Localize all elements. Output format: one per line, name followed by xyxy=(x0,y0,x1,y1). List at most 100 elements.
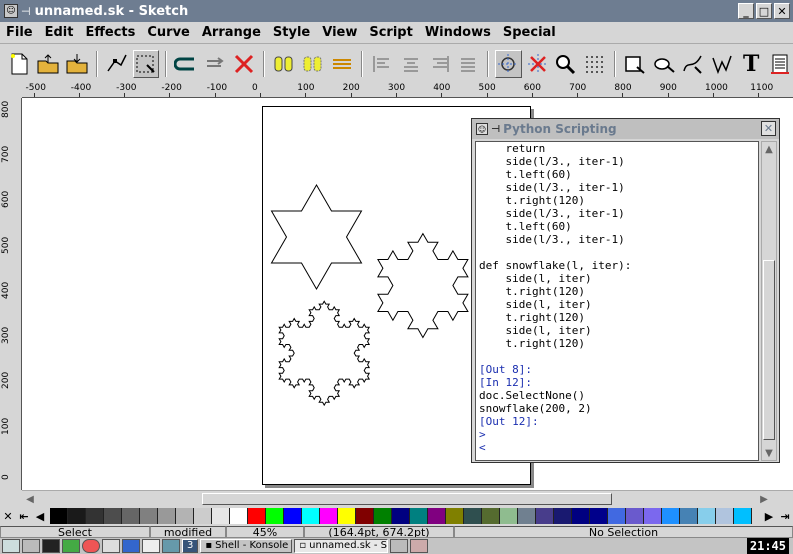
color-swatch[interactable] xyxy=(482,508,500,524)
menu-windows[interactable]: Windows xyxy=(419,25,497,40)
group-icon[interactable] xyxy=(271,50,297,78)
color-swatch[interactable] xyxy=(392,508,410,524)
color-swatch[interactable] xyxy=(68,508,86,524)
palette-scroll-right-icon[interactable]: ▶ xyxy=(761,508,777,524)
pin-icon[interactable]: ⊣ xyxy=(21,5,31,18)
file-manager-icon[interactable] xyxy=(62,539,80,553)
help-icon[interactable] xyxy=(82,539,100,553)
color-swatch[interactable] xyxy=(50,508,68,524)
new-file-icon[interactable] xyxy=(6,50,32,78)
minimize-button[interactable]: _ xyxy=(738,3,754,19)
color-swatch[interactable] xyxy=(194,508,212,524)
snap-grid-icon[interactable] xyxy=(495,50,522,78)
color-swatch[interactable] xyxy=(518,508,536,524)
color-swatch[interactable] xyxy=(212,508,230,524)
menu-special[interactable]: Special xyxy=(497,25,562,40)
vertical-ruler[interactable]: 800 700 600 500 400 300 200 100 0 xyxy=(0,98,22,490)
align-center-icon[interactable] xyxy=(398,50,424,78)
bezier-tool-icon[interactable] xyxy=(680,50,706,78)
editor-icon[interactable] xyxy=(102,539,120,553)
kde-menu-icon[interactable] xyxy=(2,539,20,553)
koch-snowflake-level1-shape[interactable] xyxy=(377,232,469,339)
grid-icon[interactable] xyxy=(582,50,608,78)
menu-edit[interactable]: Edit xyxy=(39,25,80,40)
undo-icon[interactable] xyxy=(173,50,199,78)
layers-icon[interactable] xyxy=(767,50,793,78)
color-swatch[interactable] xyxy=(626,508,644,524)
menu-script[interactable]: Script xyxy=(363,25,418,40)
lock-icon[interactable] xyxy=(390,539,409,553)
color-swatch[interactable] xyxy=(122,508,140,524)
freehand-tool-icon[interactable] xyxy=(709,50,735,78)
snap-off-icon[interactable] xyxy=(525,50,551,78)
menu-style[interactable]: Style xyxy=(267,25,316,40)
color-swatch[interactable] xyxy=(716,508,734,524)
rectangle-tool-icon[interactable] xyxy=(622,50,648,78)
python-pin-icon[interactable]: ⊣ xyxy=(491,124,500,135)
mail-icon[interactable] xyxy=(142,539,160,553)
color-swatch[interactable] xyxy=(500,508,518,524)
python-window-titlebar[interactable]: ☺ ⊣ Python Scripting ✕ xyxy=(472,119,779,139)
python-console[interactable]: return side(l/3., iter-1) t.left(60) sid… xyxy=(475,141,759,461)
save-file-icon[interactable] xyxy=(64,50,90,78)
color-swatch[interactable] xyxy=(356,508,374,524)
python-scroll-up-icon[interactable]: ▲ xyxy=(762,142,776,156)
color-swatch[interactable] xyxy=(158,508,176,524)
align-justify-icon[interactable] xyxy=(455,50,481,78)
horizontal-ruler[interactable]: -500 -400 -300 -200 -100 0 100 200 300 400 500 600 7… xyxy=(22,82,793,98)
color-swatch[interactable] xyxy=(338,508,356,524)
python-scroll-thumb[interactable] xyxy=(763,260,775,440)
color-swatch[interactable] xyxy=(464,508,482,524)
color-swatch[interactable] xyxy=(104,508,122,524)
redo-icon[interactable] xyxy=(202,50,228,78)
python-scroll-down-icon[interactable]: ▼ xyxy=(762,446,776,460)
horizontal-scrollbar[interactable]: ◀ ▶ xyxy=(22,490,793,506)
color-swatch[interactable] xyxy=(284,508,302,524)
color-swatch[interactable] xyxy=(698,508,716,524)
star-of-david-shape[interactable] xyxy=(270,183,363,291)
color-swatch[interactable] xyxy=(266,508,284,524)
zoom-icon[interactable] xyxy=(553,50,579,78)
python-scrollbar[interactable]: ▲ ▼ xyxy=(761,141,777,461)
logout-icon[interactable] xyxy=(410,539,429,553)
palette-scroll-end-icon[interactable]: ⇥ xyxy=(777,508,793,524)
terminal-icon[interactable] xyxy=(42,539,60,553)
window-menu-icon[interactable]: ☺ xyxy=(4,4,18,18)
color-swatch[interactable] xyxy=(662,508,680,524)
palette-scroll-left-icon[interactable]: ◀ xyxy=(32,508,48,524)
python-window-menu-icon[interactable]: ☺ xyxy=(476,123,488,135)
no-fill-icon[interactable]: ✕ xyxy=(0,508,16,524)
color-swatch[interactable] xyxy=(446,508,464,524)
color-swatch[interactable] xyxy=(644,508,662,524)
select-tool-icon[interactable] xyxy=(132,50,159,78)
color-swatch[interactable] xyxy=(302,508,320,524)
color-swatch[interactable] xyxy=(536,508,554,524)
text-tool-icon[interactable]: T xyxy=(738,50,764,78)
close-button[interactable]: ✕ xyxy=(774,3,790,19)
color-swatch[interactable] xyxy=(374,508,392,524)
open-file-icon[interactable] xyxy=(35,50,61,78)
scroll-thumb[interactable] xyxy=(202,493,612,505)
python-close-button[interactable]: ✕ xyxy=(761,121,776,136)
edit-tool-icon[interactable] xyxy=(104,50,130,78)
color-swatch[interactable] xyxy=(608,508,626,524)
color-swatch[interactable] xyxy=(428,508,446,524)
task-sketch[interactable]: ▫unnamed.sk - Sketch xyxy=(294,539,389,553)
delete-icon[interactable] xyxy=(231,50,257,78)
pager-desktop-icon[interactable] xyxy=(162,539,180,553)
task-konsole[interactable]: ▪ Shell - Konsole xyxy=(200,539,293,553)
color-swatch[interactable] xyxy=(86,508,104,524)
menu-file[interactable]: File xyxy=(0,25,39,40)
combine-icon[interactable] xyxy=(329,50,355,78)
color-swatch[interactable] xyxy=(410,508,428,524)
menu-curve[interactable]: Curve xyxy=(141,25,196,40)
pager-desktop-3[interactable]: 3 xyxy=(182,539,199,553)
color-swatch[interactable] xyxy=(230,508,248,524)
ungroup-icon[interactable] xyxy=(300,50,326,78)
menu-effects[interactable]: Effects xyxy=(79,25,141,40)
color-swatch[interactable] xyxy=(680,508,698,524)
palette-scroll-start-icon[interactable]: ⇤ xyxy=(16,508,32,524)
color-swatch[interactable] xyxy=(572,508,590,524)
color-swatch[interactable] xyxy=(734,508,752,524)
align-right-icon[interactable] xyxy=(427,50,453,78)
